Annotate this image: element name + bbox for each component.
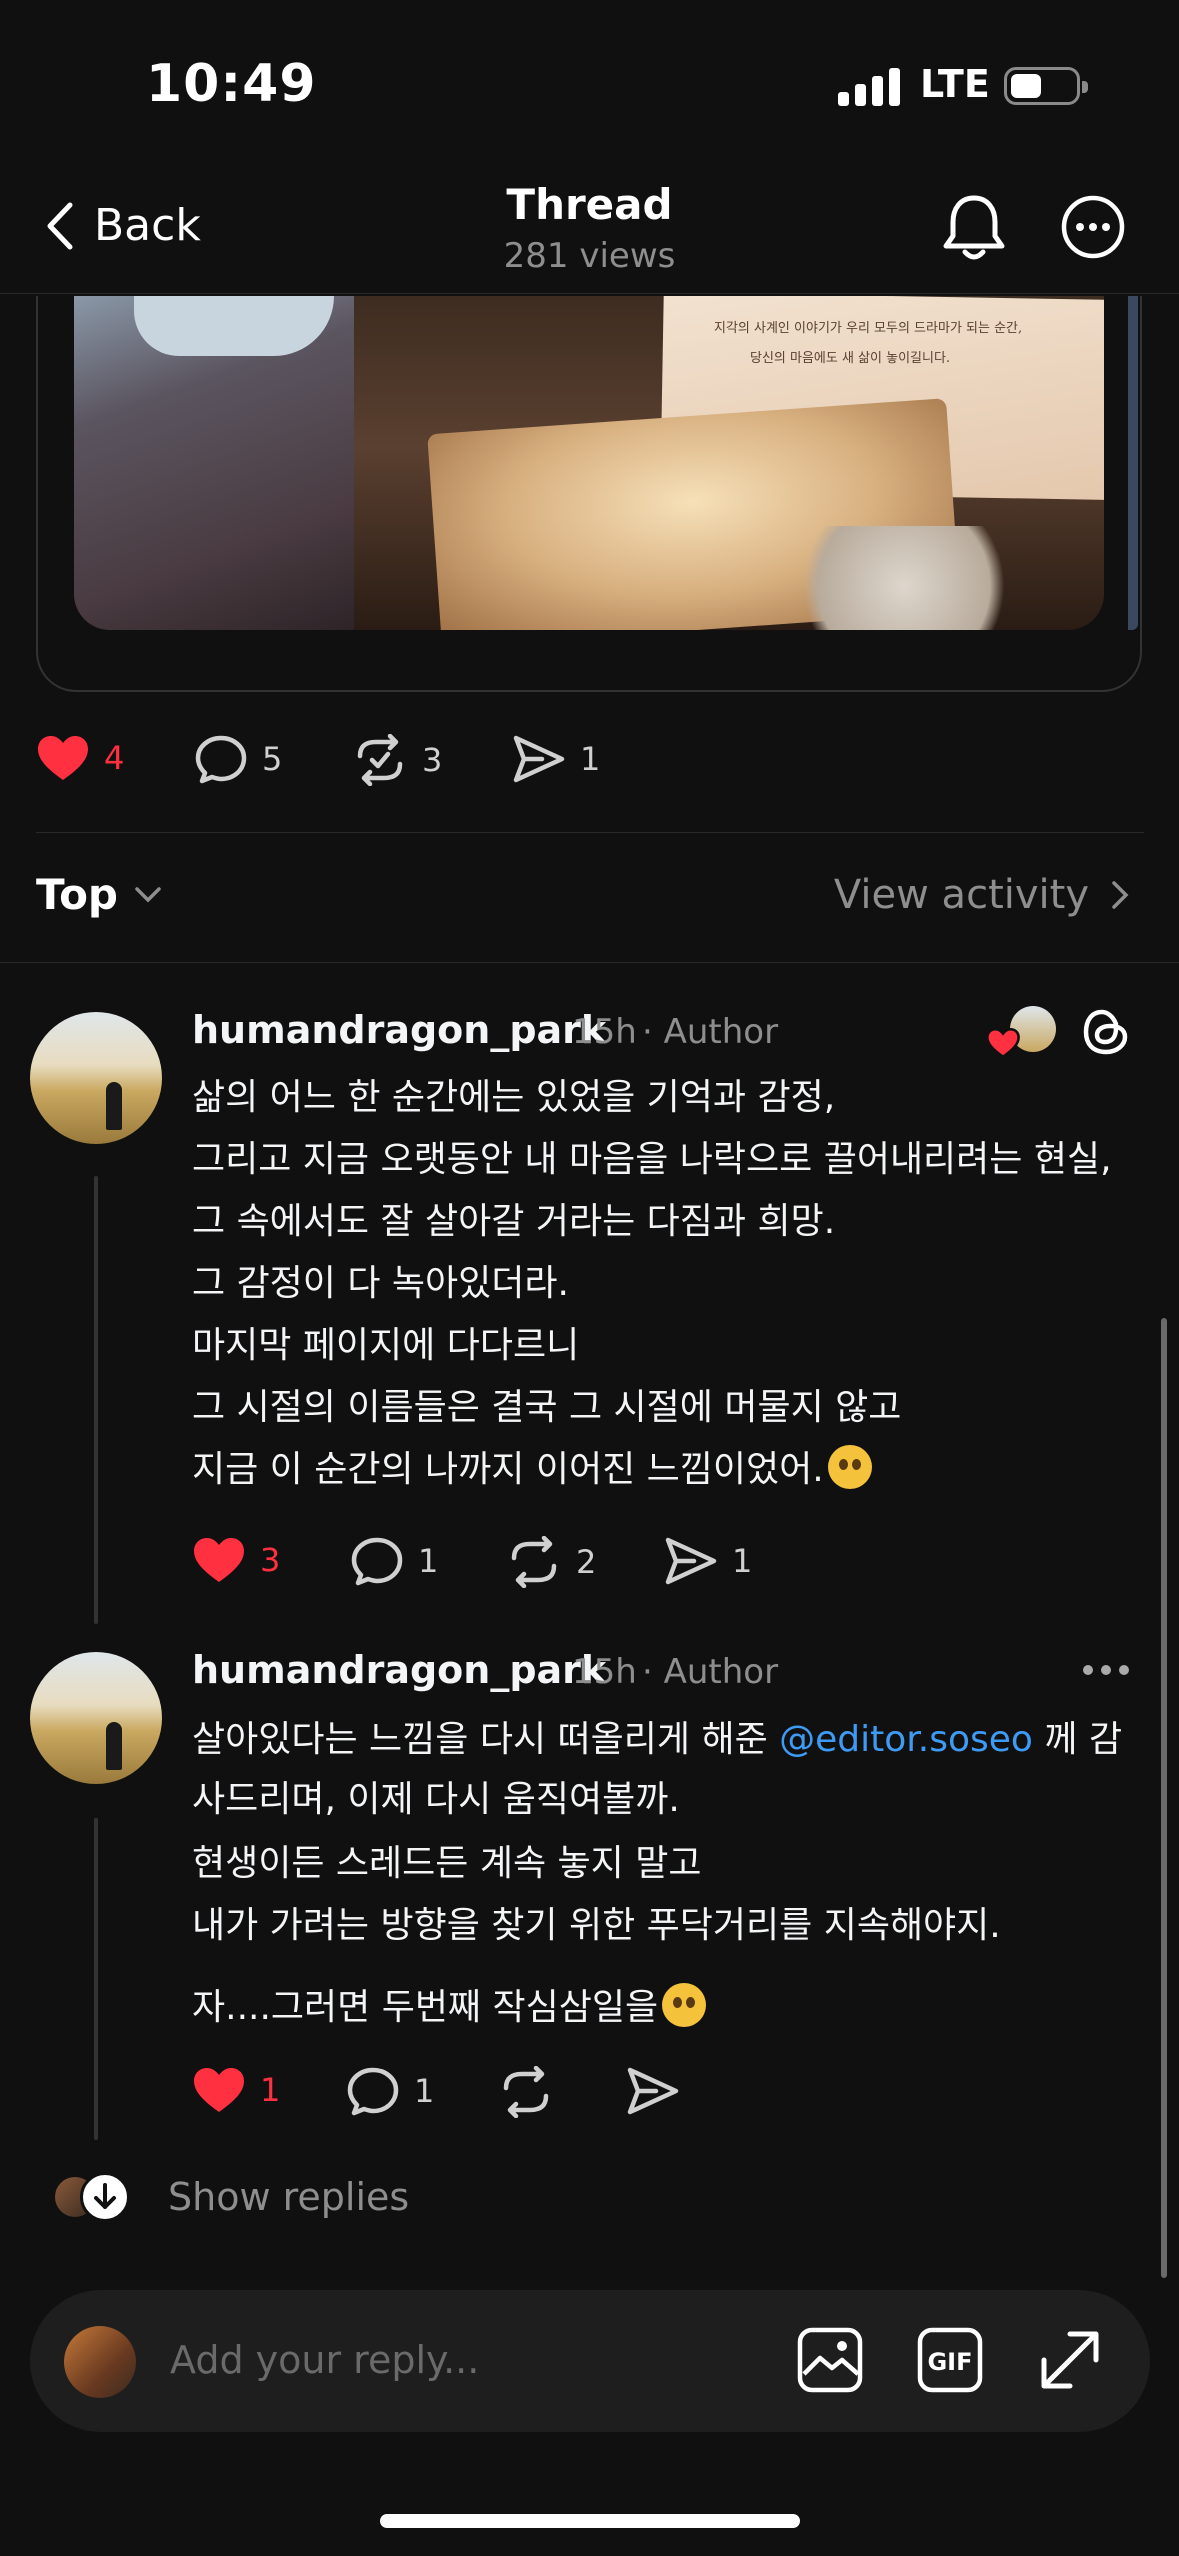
arrow-down-icon — [80, 2172, 130, 2222]
gif-icon[interactable]: GIF — [916, 2326, 984, 2394]
reply-1-time: 15h — [572, 1012, 637, 1052]
pleading-face-emoji-icon — [827, 1445, 872, 1489]
battery-icon — [1004, 67, 1088, 105]
thread-header: Back Thread 281 views — [0, 170, 1179, 294]
reply-1-text-line: 삶의 어느 한 순간에는 있었을 기억과 감정, — [192, 1077, 836, 1118]
reply-2-author-label: · Author — [642, 1652, 779, 1692]
bell-icon[interactable] — [940, 192, 1008, 264]
reply-2-text-line: 살아있다는 느낌을 다시 떠올리게 해준 @editor.soseo 께 감 — [192, 1719, 1123, 1760]
mention-link[interactable]: @editor.soseo — [779, 1719, 1033, 1760]
threads-logo-icon[interactable] — [1076, 1002, 1136, 1062]
reply-2-text-line: 사드리며, 이제 다시 움직여볼까. — [192, 1779, 680, 1820]
reply-1-thread-line — [94, 1176, 98, 1624]
show-replies-button[interactable]: Show replies — [52, 2172, 409, 2222]
reply-1-comment-button[interactable]: 1 — [350, 1536, 438, 1586]
divider — [36, 832, 1144, 833]
reply-1-text-line-last: 지금 이 순간의 나까지 이어진 느낌이었어. — [192, 1440, 872, 1492]
heart-filled-icon — [194, 2068, 244, 2112]
reply-2-time: 15h — [572, 1652, 637, 1692]
reply-2-comment-count: 1 — [414, 2072, 435, 2110]
cellular-signal-icon — [838, 66, 900, 106]
post-comment-count: 5 — [262, 740, 283, 778]
reply-2-share-button[interactable] — [626, 2066, 680, 2116]
expand-icon[interactable] — [1036, 2326, 1104, 2394]
more-horizontal-icon[interactable] — [1080, 1660, 1132, 1680]
reply-1-repost-count: 2 — [576, 1543, 597, 1581]
next-photo-edge[interactable] — [1128, 296, 1138, 630]
my-avatar — [64, 2326, 136, 2398]
image-icon[interactable] — [796, 2326, 864, 2394]
scrollbar[interactable] — [1161, 1318, 1167, 2278]
home-indicator[interactable] — [380, 2514, 800, 2528]
reply-1-author-label: · Author — [642, 1012, 779, 1052]
post-repost-button[interactable]: 3 — [352, 734, 442, 786]
reply-2-comment-button[interactable]: 1 — [346, 2066, 434, 2116]
view-activity-link[interactable]: View activity — [834, 872, 1129, 918]
divider — [0, 962, 1179, 963]
comment-icon — [347, 2067, 399, 2116]
post-photo[interactable]: 지각의 사계인 이야기가 우리 모두의 드라마가 되는 순간, 당신의 마음에도… — [74, 296, 1104, 630]
show-replies-label: Show replies — [168, 2175, 410, 2219]
reply-1-like-button[interactable]: 3 — [192, 1536, 280, 1584]
send-icon — [513, 735, 565, 783]
reply-composer[interactable]: Add your reply... GIF — [30, 2290, 1150, 2432]
reply-input[interactable]: Add your reply... — [170, 2338, 479, 2382]
send-icon — [665, 1537, 717, 1585]
reply-1-avatar[interactable] — [30, 1012, 162, 1144]
network-type: LTE — [920, 62, 990, 106]
rolling-laughing-emoji-icon — [662, 1983, 707, 2027]
reply-1-comment-count: 1 — [418, 1542, 439, 1580]
chevron-right-icon — [1112, 881, 1129, 909]
liked-by-author-badge[interactable] — [986, 1006, 1056, 1062]
reply-2-repost-button[interactable] — [498, 2066, 554, 2118]
comment-icon — [195, 735, 247, 784]
post-like-count: 4 — [104, 739, 125, 777]
post-repost-count: 3 — [422, 741, 443, 779]
reply-1-text-line: 그 감정이 다 녹아있더라. — [192, 1263, 569, 1304]
comment-icon — [351, 1537, 403, 1586]
repost-icon — [511, 1536, 557, 1588]
reply-2-like-count: 1 — [260, 2071, 281, 2109]
reply-2-text-line: 현생이든 스레드든 계속 놓지 말고 — [192, 1843, 702, 1884]
more-options-icon[interactable] — [1060, 194, 1126, 260]
reply-2-avatar[interactable] — [30, 1652, 162, 1784]
send-icon — [627, 2067, 679, 2115]
reply-1-repost-button[interactable]: 2 — [506, 1536, 596, 1588]
heart-filled-icon — [194, 1538, 244, 1582]
heart-filled-icon — [38, 736, 88, 780]
sort-dropdown[interactable]: Top — [36, 870, 162, 919]
repost-check-icon — [357, 734, 403, 786]
reply-2-thread-line — [94, 1818, 98, 2140]
post-share-count: 1 — [580, 740, 601, 778]
reply-1-username[interactable]: humandragon_park — [192, 1008, 606, 1052]
svg-text:GIF: GIF — [927, 2348, 972, 2376]
photo-card-text: 지각의 사계인 이야기가 우리 모두의 드라마가 되는 순간, 당신의 마음에도… — [714, 321, 1023, 366]
reply-1-share-button[interactable]: 1 — [664, 1536, 752, 1586]
reply-1-like-count: 3 — [260, 1541, 281, 1579]
reply-2-text-line-last: 자....그러면 두번째 작심삼일을 — [192, 1978, 707, 2030]
post-comment-button[interactable]: 5 — [194, 734, 282, 784]
reply-1-text-line: 그 속에서도 잘 살아갈 거라는 다짐과 희망. — [192, 1201, 836, 1242]
sort-label: Top — [36, 870, 118, 919]
reply-1-share-count: 1 — [732, 1542, 753, 1580]
reply-1-text-line: 그 시절의 이름들은 결국 그 시절에 머물지 않고 — [192, 1387, 902, 1428]
reply-1-text-line: 그리고 지금 오랫동안 내 마음을 나락으로 끌어내리려는 현실, — [192, 1139, 1112, 1180]
repost-icon — [503, 2066, 549, 2118]
reply-2-text-line: 내가 가려는 방향을 찾기 위한 푸닥거리를 지속해야지. — [192, 1905, 1001, 1946]
reply-2-like-button[interactable]: 1 — [192, 2066, 280, 2114]
heart-small-icon — [986, 1028, 1020, 1058]
view-activity-label: View activity — [833, 872, 1089, 918]
post-share-button[interactable]: 1 — [512, 734, 600, 784]
chevron-down-icon — [135, 886, 161, 902]
reply-2-username[interactable]: humandragon_park — [192, 1648, 606, 1692]
status-time: 10:49 — [146, 54, 317, 114]
reply-1-text-line: 마지막 페이지에 다다르니 — [192, 1325, 580, 1366]
post-like-button[interactable]: 4 — [36, 734, 124, 782]
